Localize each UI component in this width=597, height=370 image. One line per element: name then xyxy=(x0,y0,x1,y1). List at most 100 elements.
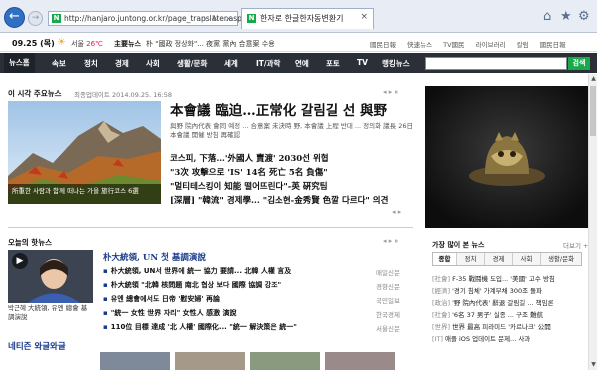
search-button[interactable]: 검색 xyxy=(568,57,590,70)
jewelry-ring-image xyxy=(425,86,590,228)
hot-item-source: 매일신문 xyxy=(376,269,400,277)
hot-item-source: 한국경제 xyxy=(376,311,400,319)
refresh-icon[interactable]: ↻ xyxy=(212,14,219,23)
back-button[interactable]: ← xyxy=(4,7,25,28)
news-ticker[interactable]: 朴 "國政 정상화"... 夜黨 黨內 合意案 수용 xyxy=(146,39,366,49)
sub-news-item[interactable]: [深層] "韓流" 경제學... "김소현-金秀賢 色깔 다르다" 의견 xyxy=(170,194,388,206)
headline-summary: 與野 院內代表 會同 예정 ... 合意案 未決時 野, 本會議 上程 반대 .… xyxy=(170,122,414,139)
nav-item-photo[interactable]: 포토 xyxy=(326,58,340,69)
popular-news-item[interactable]: [經濟] '경기 침체' 가계부채 300조 돌파 xyxy=(432,285,582,295)
hot-list-item[interactable]: ▪ 110位 目標 達成 '北 人權' 國際化... "統一 解決策은 統一" xyxy=(103,322,373,332)
tab-economy[interactable]: 경제 xyxy=(485,253,513,265)
tab-politics[interactable]: 정치 xyxy=(457,253,485,265)
favorites-star-icon[interactable]: ★ xyxy=(560,9,572,24)
nav-item-lifestyle[interactable]: 생활/문화 xyxy=(177,58,207,69)
main-navigation: 뉴스홈 속보 정치 경제 사회 생활/문화 세계 IT/과학 연예 포토 TV … xyxy=(0,53,597,73)
site-top-bar: 09.25 (목) ☀ 서울 26℃ 主要뉴스 朴 "國政 정상화"... 夜黨… xyxy=(0,34,597,52)
forward-arrow-icon: → xyxy=(31,13,40,23)
nav-item-breaking[interactable]: 속보 xyxy=(52,58,66,69)
current-date: 09.25 (목) xyxy=(12,39,55,48)
netizen-thumbnail[interactable] xyxy=(175,352,245,370)
tab-close-icon[interactable]: × xyxy=(360,12,368,22)
image-caption: 所重한 사람과 함께 떠나는 가을 旅行코스 6選 xyxy=(8,184,161,204)
nav-item-home[interactable]: 뉴스홈 xyxy=(4,53,35,73)
section-update-time: 최종업데이트 2014.09.25. 16:58 xyxy=(74,91,173,99)
advertisement-banner[interactable] xyxy=(425,86,590,228)
netizen-thumbnail[interactable] xyxy=(100,352,170,370)
address-url: http://hanjaro.juntong.or.kr/page_transl… xyxy=(64,14,247,23)
popular-news-title: 가장 많이 본 뉴스 xyxy=(432,241,485,249)
forward-button[interactable]: → xyxy=(28,11,43,26)
top-link[interactable]: 快速뉴스 xyxy=(407,41,432,49)
hot-news-photo[interactable]: ▶ xyxy=(8,250,93,303)
scroll-up-icon[interactable]: ▲ xyxy=(589,74,597,84)
settings-gear-icon[interactable]: ⚙ xyxy=(578,9,590,24)
browser-tab[interactable]: N 한자로 한글한자동변환기 × xyxy=(241,8,374,29)
carousel-arrows[interactable]: ◂ ▸ xyxy=(392,208,401,216)
hot-item-source: 서울신문 xyxy=(376,325,400,333)
top-link[interactable]: 칼럼 xyxy=(517,41,529,49)
sub-news-item[interactable]: 코스피, 下落…'外國人 賣渡' 2030선 위협 xyxy=(170,152,329,164)
carousel-controls[interactable]: ◂ ▸ ⏸ xyxy=(383,88,398,97)
scroll-down-icon[interactable]: ▼ xyxy=(589,360,597,370)
hot-list-item[interactable]: ▪ 유엔 總會에서도 日帝 '慰安婦' 再論 xyxy=(103,294,373,304)
tab-lifestyle[interactable]: 생활/문화 xyxy=(541,253,581,265)
scroll-thumb[interactable] xyxy=(590,86,596,136)
hot-controls[interactable]: ◂ ▸ ⏸ xyxy=(383,237,398,246)
section-divider xyxy=(8,227,413,228)
nav-item-society[interactable]: 사회 xyxy=(146,58,160,69)
hot-list-item[interactable]: ▪ 朴大統領, UN서 世界에 統一 協力 要請... 北韓 人權 言及 xyxy=(103,266,373,276)
top-link[interactable]: 라이브러리 xyxy=(476,41,506,49)
weather-sun-icon: ☀ xyxy=(57,37,66,48)
netizen-section-title: 네티즌 와글와글 xyxy=(8,342,66,352)
hot-list-item[interactable]: ▪ 朴大統領 "北韓 核問題 南北 협상 보다 國際 協調 강조" xyxy=(103,280,373,290)
hot-list-item[interactable]: ▪ "統一 女性 世界 자리" 女性人 感激 演說 xyxy=(103,308,373,318)
nav-item-tv[interactable]: TV xyxy=(357,58,368,67)
weather-info: 서울 26℃ xyxy=(71,40,103,48)
browser-chrome: ← → N http://hanjaro.juntong.or.kr/page_… xyxy=(0,0,597,33)
tab-title: 한자로 한글한자동변환기 xyxy=(260,14,344,23)
play-icon[interactable]: ▶ xyxy=(12,253,28,269)
sub-news-item[interactable]: "멀티테스킹이 知能 떨어뜨린다"-英 硏究팀 xyxy=(170,180,328,192)
popular-news-item[interactable]: [世界] 世界 最高 피라미드 '카르나크' 公開 xyxy=(432,321,582,331)
stop-icon[interactable]: × xyxy=(225,14,232,23)
ticker-label: 主要뉴스 xyxy=(114,40,141,48)
search-input[interactable] xyxy=(425,57,567,70)
nav-item-politics[interactable]: 정치 xyxy=(84,58,98,69)
more-link[interactable]: 더보기 + xyxy=(563,240,588,250)
home-icon[interactable]: ⌂ xyxy=(543,9,551,24)
hot-item-source: 경향신문 xyxy=(376,283,400,291)
top-links: 國民日報 快速뉴스 TV國民 라이브러리 칼럼 國民日報 xyxy=(370,39,575,49)
nav-item-world[interactable]: 세계 xyxy=(224,58,238,69)
main-headline[interactable]: 本會議 臨迫…正常化 갈림길 선 與野 xyxy=(170,99,387,119)
nav-item-ranking[interactable]: 랭킹뉴스 xyxy=(382,58,410,69)
nav-item-economy[interactable]: 경제 xyxy=(115,58,129,69)
top-link[interactable]: TV國民 xyxy=(443,41,464,49)
netizen-thumbnail[interactable] xyxy=(325,352,395,370)
popular-news-item[interactable]: [社會] F-35 戰鬪機 도입... '美國' 고수 방침 xyxy=(432,273,582,283)
sub-news-item[interactable]: "3次 攻擊으로 'IS' 14名 死亡 5名 負傷" xyxy=(170,166,328,178)
nav-item-entertainment[interactable]: 연예 xyxy=(295,58,309,69)
address-bar[interactable]: N http://hanjaro.juntong.or.kr/page_tran… xyxy=(48,11,246,26)
tab-favicon-icon: N xyxy=(247,14,256,23)
back-arrow-icon: ← xyxy=(9,9,20,24)
popular-news-item[interactable]: [政治] '野 院內代表' 辭退 갈림길 ... 책임론 xyxy=(432,297,582,307)
tab-general[interactable]: 종합 xyxy=(433,253,457,265)
hot-item-source: 국민일보 xyxy=(376,297,400,305)
photo-caption: 박근혜 大統領, 유엔 總會 基調演說 xyxy=(8,304,88,321)
tab-society[interactable]: 사회 xyxy=(513,253,541,265)
search-icon[interactable]: ρ xyxy=(201,14,206,23)
popular-news-tabs: 종합 정치 경제 사회 생활/문화 xyxy=(432,252,582,266)
nav-item-it-science[interactable]: IT/과학 xyxy=(256,58,280,69)
page-scrollbar[interactable]: ▲ ▼ xyxy=(588,74,597,370)
popular-news-item[interactable]: [IT] 애플 iOS 업데이트 문제... 사과 xyxy=(432,333,582,343)
hot-headline[interactable]: 朴大統領, UN 첫 基調演說 xyxy=(103,251,206,263)
main-news-image[interactable]: 所重한 사람과 함께 떠나는 가을 旅行코스 6選 xyxy=(8,101,161,204)
section-title-hot: 오늘의 핫뉴스 xyxy=(8,238,53,247)
section-title-main: 이 시각 주요뉴스 xyxy=(8,89,62,98)
site-favicon-icon: N xyxy=(52,14,61,23)
netizen-thumbnail[interactable] xyxy=(250,352,320,370)
top-link[interactable]: 國民日報 xyxy=(370,41,396,49)
popular-news-item[interactable]: [社會] '6名 37 男子' 실종 ... 구조 難航 xyxy=(432,309,582,319)
top-link[interactable]: 國民日報 xyxy=(540,41,566,49)
